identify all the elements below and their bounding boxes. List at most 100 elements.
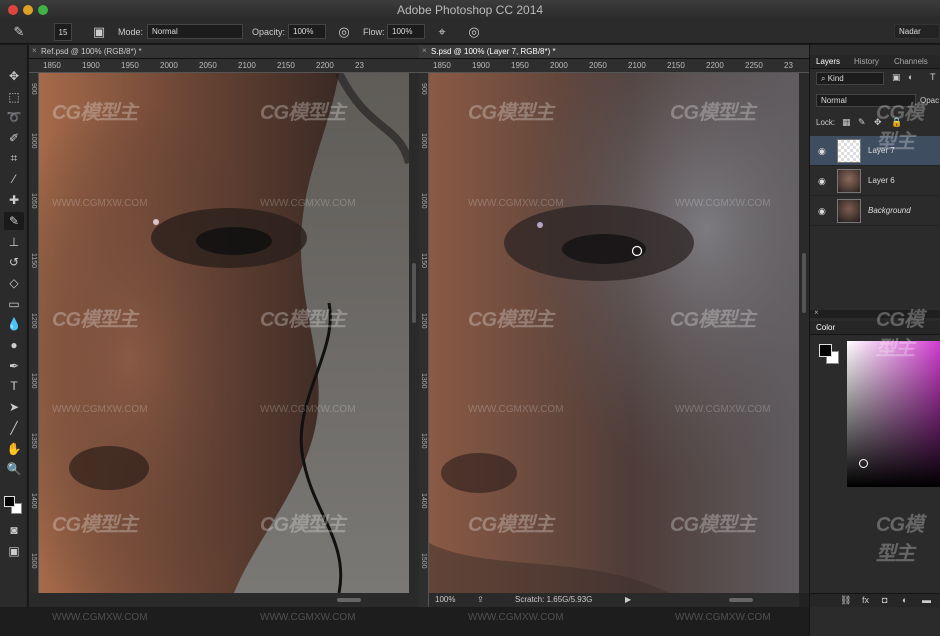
color-picker-ring[interactable] bbox=[859, 459, 868, 468]
layer-thumbnail bbox=[837, 139, 861, 163]
airbrush-icon[interactable]: ⌖ bbox=[433, 23, 451, 41]
mode-label: Mode: bbox=[118, 27, 144, 37]
flow-value: 100% bbox=[392, 27, 413, 36]
ruler-tick-label: 2100 bbox=[238, 61, 256, 70]
workspace-switcher[interactable]: Nadar bbox=[894, 24, 940, 39]
vertical-ruler: 900 1000 1050 1150 1200 1300 1350 1400 1500 bbox=[29, 73, 39, 607]
move-tool-icon[interactable]: ✥ bbox=[4, 67, 24, 85]
main-vertical-scrollbar[interactable] bbox=[799, 73, 809, 593]
tools-panel: ✥ ⬚ ➰ ✐ ⌗ ⁄ ✚ ✎ ⊥ ↺ ◇ ▭ 💧 ● ✒ T ➤ ╱ ✋ 🔍 … bbox=[0, 45, 28, 636]
lock-image-icon[interactable]: ✎ bbox=[858, 117, 866, 128]
layer-style-icon[interactable]: fx bbox=[862, 595, 869, 605]
ruler-tick-label: 2150 bbox=[667, 61, 685, 70]
marquee-tool-icon[interactable]: ⬚ bbox=[4, 88, 24, 106]
watermark-logo: CG模型主 bbox=[260, 309, 346, 331]
watermark-url: WWW.CGMXW.COM bbox=[52, 198, 148, 209]
ruler-tick-label: 2000 bbox=[160, 61, 178, 70]
watermark-url: WWW.CGMXW.COM bbox=[260, 198, 356, 209]
eraser-tool-icon[interactable]: ◇ bbox=[4, 274, 24, 292]
crop-tool-icon[interactable]: ⌗ bbox=[4, 149, 24, 167]
close-tab-icon[interactable]: × bbox=[32, 46, 37, 55]
ruler-tick-label: 1850 bbox=[433, 61, 451, 70]
color-spectrum-field[interactable] bbox=[847, 341, 940, 487]
hand-tool-icon[interactable]: ✋ bbox=[4, 440, 24, 458]
quick-mask-icon[interactable]: ◙ bbox=[4, 521, 24, 539]
visibility-eye-icon[interactable]: ◉ bbox=[818, 206, 826, 217]
watermark-url: WWW.CGMXW.COM bbox=[468, 198, 564, 209]
layer-filter-kind[interactable]: ⌕ Kind bbox=[816, 72, 884, 85]
dodge-tool-icon[interactable]: ● bbox=[4, 336, 24, 354]
pen-tool-icon[interactable]: ✒ bbox=[4, 357, 24, 375]
pressure-size-icon[interactable]: ◎ bbox=[465, 23, 483, 41]
collapse-panel-icon[interactable]: × bbox=[814, 308, 819, 317]
type-tool-icon[interactable]: T bbox=[4, 377, 24, 395]
line-tool-icon[interactable]: ╱ bbox=[4, 419, 24, 437]
tab-color[interactable]: Color bbox=[816, 323, 835, 332]
watermark-logo: CG模型主 bbox=[670, 514, 756, 536]
visibility-eye-icon[interactable]: ◉ bbox=[818, 146, 826, 157]
title-bar: Adobe Photoshop CC 2014 bbox=[0, 0, 940, 20]
watermark-logo: CG模型主 bbox=[670, 102, 756, 124]
flow-field[interactable]: 100% bbox=[387, 24, 425, 39]
tab-history[interactable]: History bbox=[854, 57, 879, 66]
adjustment-layer-icon[interactable]: ◐ bbox=[902, 595, 907, 605]
zoom-tool-icon[interactable]: 🔍 bbox=[4, 460, 24, 478]
reference-horizontal-scrollbar[interactable] bbox=[29, 593, 419, 607]
filter-pixel-icon[interactable]: ▣ bbox=[892, 72, 901, 83]
watermark-logo: CG模型主 bbox=[52, 309, 138, 331]
foreground-color-swatch[interactable] bbox=[4, 496, 15, 507]
horizontal-ruler: 1850 1900 1950 2000 2050 2100 2150 2200 23 bbox=[29, 59, 419, 73]
ruler-tick-label: 2050 bbox=[589, 61, 607, 70]
add-mask-icon[interactable]: ◘ bbox=[882, 595, 887, 605]
reference-document-title: Ref.psd @ 100% (RGB/8*) * bbox=[41, 47, 142, 56]
layer-name: Layer 6 bbox=[868, 176, 895, 185]
path-select-tool-icon[interactable]: ➤ bbox=[4, 398, 24, 416]
clone-stamp-tool-icon[interactable]: ⊥ bbox=[4, 233, 24, 251]
ruler-tick-label: 2200 bbox=[316, 61, 334, 70]
status-menu-arrow-icon[interactable]: ▶ bbox=[625, 595, 631, 604]
reference-vertical-scrollbar[interactable] bbox=[409, 73, 419, 593]
visibility-eye-icon[interactable]: ◉ bbox=[818, 176, 826, 187]
ruler-tick-label: 1900 bbox=[82, 61, 100, 70]
filter-adjustment-icon[interactable]: ◐ bbox=[908, 72, 913, 82]
blur-tool-icon[interactable]: 💧 bbox=[4, 315, 24, 333]
options-bar: ✎ 15 ▣ Mode: Normal Opacity: 100% ◎ Flow… bbox=[0, 20, 940, 44]
link-layers-icon[interactable]: ⛓ bbox=[840, 595, 851, 606]
history-brush-tool-icon[interactable]: ↺ bbox=[4, 253, 24, 271]
pressure-opacity-icon[interactable]: ◎ bbox=[335, 23, 353, 41]
panel-foreground-swatch[interactable] bbox=[819, 344, 832, 357]
eyedropper-tool-icon[interactable]: ⁄ bbox=[4, 170, 24, 188]
gradient-tool-icon[interactable]: ▭ bbox=[4, 295, 24, 313]
filter-type-icon[interactable]: T bbox=[930, 72, 936, 82]
brush-tool-preset-icon[interactable]: ✎ bbox=[10, 23, 28, 41]
export-icon[interactable]: ⇪ bbox=[477, 595, 484, 604]
layer-row-layer-6[interactable]: ◉ Layer 6 bbox=[810, 166, 940, 196]
zoom-level[interactable]: 100% bbox=[435, 595, 455, 604]
reference-document-tab[interactable]: × Ref.psd @ 100% (RGB/8*) * bbox=[29, 45, 419, 59]
healing-brush-tool-icon[interactable]: ✚ bbox=[4, 191, 24, 209]
watermark-url: WWW.CGMXW.COM bbox=[468, 404, 564, 415]
screen-mode-icon[interactable]: ▣ bbox=[4, 542, 24, 560]
main-document-tab[interactable]: × S.psd @ 100% (Layer 7, RGB/8*) * bbox=[419, 45, 809, 59]
watermark-logo: CG模型主 bbox=[876, 514, 924, 565]
brush-panel-toggle-icon[interactable]: ▣ bbox=[90, 23, 108, 41]
layer-row-background[interactable]: ◉ Background bbox=[810, 196, 940, 226]
scratch-size: Scratch: 1.65G/5.93G bbox=[515, 595, 593, 604]
watermark-url: WWW.CGMXW.COM bbox=[675, 404, 771, 415]
tab-channels[interactable]: Channels bbox=[894, 57, 928, 66]
lasso-tool-icon[interactable]: ➰ bbox=[4, 108, 24, 126]
opacity-field[interactable]: 100% bbox=[288, 24, 326, 39]
new-group-icon[interactable]: ▬ bbox=[922, 595, 931, 605]
lock-transparency-icon[interactable]: ▦ bbox=[842, 117, 851, 128]
watermark-url: WWW.CGMXW.COM bbox=[468, 612, 564, 623]
tab-layers[interactable]: Layers bbox=[816, 57, 840, 66]
watermark-logo: CG模型主 bbox=[52, 514, 138, 536]
mode-select[interactable]: Normal bbox=[147, 24, 243, 39]
brush-tool-icon[interactable]: ✎ bbox=[4, 212, 24, 230]
opacity-label: Opacity: bbox=[252, 27, 286, 37]
quick-select-tool-icon[interactable]: ✐ bbox=[4, 129, 24, 147]
main-horizontal-scrollbar-thumb[interactable] bbox=[729, 598, 753, 602]
brush-size-picker[interactable]: 15 bbox=[54, 23, 72, 41]
watermark-logo: CG模型主 bbox=[52, 102, 138, 124]
close-tab-icon[interactable]: × bbox=[422, 46, 427, 55]
